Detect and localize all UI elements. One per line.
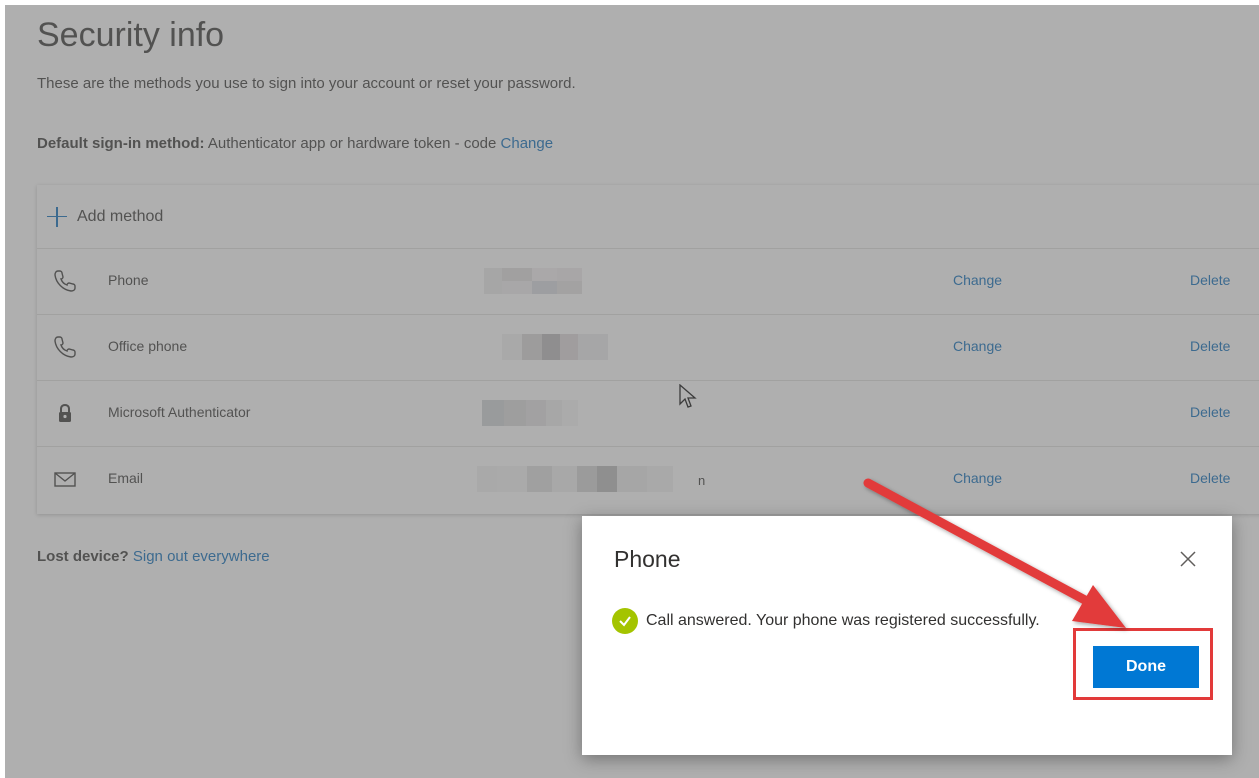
dialog-message-text: Call answered. Your phone was registered… [646,612,1040,629]
lock-icon [59,403,71,422]
top-border [0,0,1259,5]
methods-list: Add method Phone Change Delete Office ph… [37,185,1259,514]
method-name: Phone [108,272,149,288]
mail-icon [54,472,76,487]
sign-out-everywhere-link[interactable]: Sign out everywhere [133,548,270,565]
left-border [0,0,5,778]
dialog-title: Phone [614,546,681,572]
method-row-authenticator: Microsoft Authenticator Delete [37,380,1259,447]
lost-device-label: Lost device? [37,548,129,565]
delete-link[interactable]: Delete [1190,338,1230,354]
change-link[interactable]: Change [953,338,1002,354]
email-tail-text: n [698,473,706,488]
delete-link[interactable]: Delete [1190,272,1230,288]
redacted-value [477,466,673,492]
change-link[interactable]: Change [953,470,1002,486]
default-sign-in-method: Default sign-in method: Authenticator ap… [37,135,553,152]
method-name: Email [108,470,144,486]
dialog-message: Call answered. Your phone was registered… [612,608,1040,634]
method-name: Office phone [108,338,188,354]
delete-link[interactable]: Delete [1190,470,1230,486]
add-method-button[interactable]: Add method [37,185,1259,249]
default-method-change-link[interactable]: Change [501,135,554,152]
close-icon[interactable] [1177,548,1199,570]
plus-icon [47,206,67,227]
redacted-value [484,268,582,294]
phone-icon [54,270,76,292]
add-method-label: Add method [77,207,164,225]
phone-icon [54,336,76,358]
mouse-cursor-icon [679,384,697,408]
method-row-office-phone: Office phone Change Delete [37,314,1259,381]
default-method-value: Authenticator app or hardware token - co… [207,135,497,152]
phone-dialog: Phone Call answered. Your phone was regi… [582,516,1232,755]
security-info-page: Security info These are the methods you … [0,0,1259,778]
lost-device: Lost device? Sign out everywhere [37,548,270,565]
done-button[interactable]: Done [1093,646,1199,688]
default-method-label: Default sign-in method: [37,135,205,152]
redacted-value [482,400,578,426]
page-title: Security info [37,16,225,54]
redacted-value [502,334,608,360]
method-row-email: Email n Change Delete [37,446,1259,512]
method-row-phone: Phone Change Delete [37,248,1259,315]
check-icon [612,608,638,634]
delete-link[interactable]: Delete [1190,404,1230,420]
method-name: Microsoft Authenticator [108,404,251,420]
page-description: These are the methods you use to sign in… [37,75,576,92]
change-link[interactable]: Change [953,272,1002,288]
